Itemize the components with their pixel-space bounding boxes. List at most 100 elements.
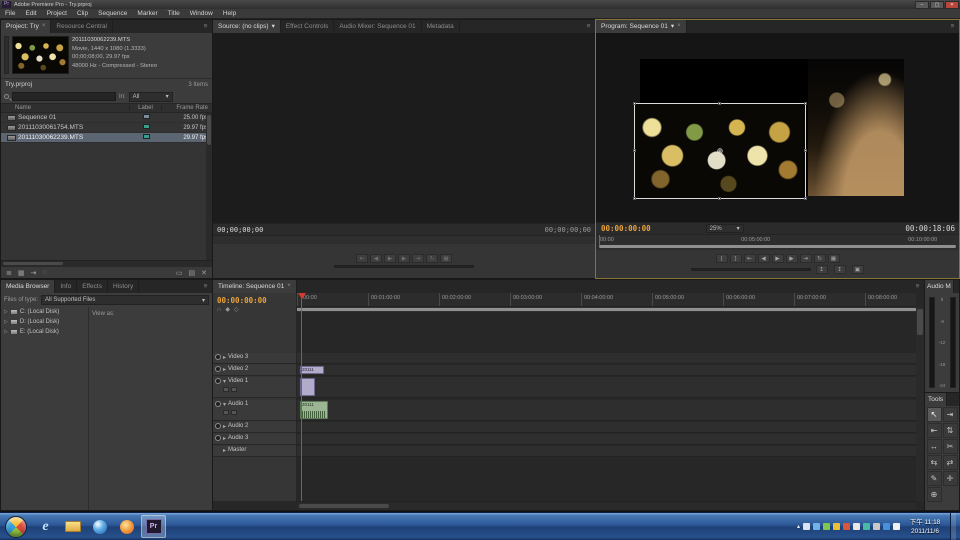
menu-window[interactable]: Window [185, 9, 218, 19]
menu-edit[interactable]: Edit [20, 9, 41, 19]
automate-to-sequence-icon[interactable]: ⇥ [31, 269, 37, 277]
tab-resource-central[interactable]: Resource Central [51, 20, 113, 33]
tray-icon[interactable] [883, 523, 890, 530]
source-shuttle-slider[interactable] [334, 265, 474, 268]
export-frame-button[interactable]: ▣ [852, 265, 864, 274]
menu-file[interactable]: File [0, 9, 20, 19]
extract-button[interactable]: ↧ [834, 265, 846, 274]
tree-item-drive-c[interactable]: ▷C: (Local Disk) [1, 307, 88, 317]
resize-handle[interactable] [804, 197, 807, 200]
timeline-clip-audio1[interactable]: 20111 [300, 401, 328, 419]
lift-button[interactable]: ↥ [816, 265, 828, 274]
tray-icon[interactable] [813, 523, 820, 530]
rolling-edit-tool[interactable]: ⇅ [943, 423, 958, 438]
twirl-icon[interactable]: ▸ [223, 435, 226, 442]
pen-tool[interactable]: ✎ [927, 471, 942, 486]
anchor-point-icon[interactable]: ⊕ [717, 147, 724, 156]
tab-effect-controls[interactable]: Effect Controls [281, 20, 335, 33]
track-lane-master[interactable] [297, 446, 916, 457]
program-video-area[interactable]: ⊕ [596, 33, 959, 222]
chevron-down-icon[interactable]: ▾ [671, 20, 674, 33]
resize-handle[interactable] [718, 197, 721, 200]
timeline-ruler[interactable]: 00:00 00:01:00:00 00:02:00:00 00:03:00:0… [297, 293, 916, 307]
menu-project[interactable]: Project [42, 9, 72, 19]
tab-info[interactable]: Info [55, 280, 77, 293]
track-mute-toggle[interactable] [215, 423, 221, 429]
list-item-selected[interactable]: 20111030062239.MTS 29.97 fps [1, 133, 212, 143]
column-frame-rate[interactable]: Frame Rate [162, 105, 212, 111]
twirl-icon[interactable]: ▾ [223, 378, 226, 385]
panel-menu-icon[interactable]: ≡ [946, 20, 959, 33]
new-item-icon[interactable]: ▤ [189, 269, 196, 277]
icon-view-icon[interactable]: ▦ [18, 269, 25, 277]
tree-item-drive-d[interactable]: ▷D: (Local Disk) [1, 317, 88, 327]
premiere-taskbar-icon[interactable]: Pr [141, 515, 166, 538]
track-output-toggle[interactable] [215, 378, 221, 384]
rate-stretch-tool[interactable]: ↔ [927, 439, 942, 454]
track-lane-audio1[interactable]: 20111 [297, 400, 916, 421]
resize-handle[interactable] [633, 149, 636, 152]
playhead[interactable] [301, 293, 302, 501]
zoom-level-dropdown[interactable]: 25%▾ [706, 224, 744, 233]
panel-menu-icon[interactable]: ≡ [199, 280, 212, 293]
track-header-video2[interactable]: ▸Video 2 [213, 365, 297, 376]
files-of-type-dropdown[interactable]: All Supported Files▾ [41, 295, 209, 305]
work-area-bar[interactable] [297, 307, 916, 312]
step-back-button[interactable]: ◀ [370, 254, 382, 263]
tray-icon[interactable] [823, 523, 830, 530]
razor-tool[interactable]: ✂ [943, 439, 958, 454]
panel-menu-icon[interactable]: ≡ [199, 20, 212, 33]
resize-handle[interactable] [633, 102, 636, 105]
tab-metadata[interactable]: Metadata [422, 20, 460, 33]
search-in-dropdown[interactable]: All▾ [129, 92, 173, 102]
go-to-in-button[interactable]: ⇤ [356, 254, 368, 263]
track-header-master[interactable]: ▸Master [213, 446, 297, 457]
safe-margins-button[interactable]: ▦ [440, 254, 452, 263]
resize-handle[interactable] [804, 102, 807, 105]
menu-title[interactable]: Title [163, 9, 185, 19]
timeline-clip-video2[interactable]: 20111 [300, 366, 324, 374]
track-header-video1[interactable]: ▾Video 1 [213, 377, 297, 398]
twirl-icon[interactable]: ▸ [223, 366, 226, 373]
twirl-icon[interactable]: ▷ [4, 319, 8, 325]
close-button[interactable]: ✕ [945, 1, 959, 9]
track-header-video3[interactable]: ▸Video 3 [213, 353, 297, 364]
track-select-tool[interactable]: ⇥ [943, 407, 958, 422]
resize-handle[interactable] [804, 149, 807, 152]
play-button[interactable]: ▶ [772, 254, 784, 263]
track-lane-video1[interactable] [297, 377, 916, 398]
twirl-icon[interactable]: ▷ [4, 329, 8, 335]
set-marker-icon[interactable]: ◆ [225, 306, 230, 313]
twirl-icon[interactable]: ▾ [223, 401, 226, 408]
snap-icon[interactable]: ∩ [217, 307, 221, 313]
tab-audio-meters[interactable]: Audio M [925, 280, 954, 293]
label-color-swatch[interactable] [143, 134, 150, 139]
minimize-button[interactable]: – [915, 1, 929, 9]
playhead-head[interactable] [298, 293, 306, 299]
poster-frame-strip[interactable] [4, 36, 9, 74]
column-label[interactable]: Label [130, 105, 162, 111]
loop-button[interactable]: ↻ [814, 254, 826, 263]
tab-project[interactable]: Project: Try× [1, 20, 51, 33]
menu-marker[interactable]: Marker [132, 9, 162, 19]
slip-tool[interactable]: ⇆ [927, 455, 942, 470]
search-input[interactable] [12, 92, 116, 101]
shuttle-slider[interactable] [691, 268, 811, 271]
go-to-out-button[interactable]: ⇥ [412, 254, 424, 263]
tray-icon[interactable] [863, 523, 870, 530]
selected-clip[interactable]: ⊕ [634, 103, 806, 199]
track-lane-video3[interactable] [297, 353, 916, 364]
program-timecode[interactable]: 00:00:00:00 [596, 224, 651, 233]
tray-icon[interactable] [803, 523, 810, 530]
tab-effects[interactable]: Effects [77, 280, 108, 293]
go-to-out-button[interactable]: ⇥ [800, 254, 812, 263]
panel-menu-icon[interactable]: ≡ [582, 20, 595, 33]
clip-thumbnail[interactable] [12, 36, 69, 74]
list-item[interactable]: 20111030061754.MTS 29.97 fps [1, 123, 212, 133]
step-forward-button[interactable]: ▶ [398, 254, 410, 263]
timeline-timecode[interactable]: 00:00:00:00 [213, 293, 296, 306]
track-lane-video2[interactable]: 20111 [297, 365, 916, 376]
track-output-toggle[interactable] [215, 366, 221, 372]
column-name[interactable]: Name [1, 105, 130, 111]
tray-icon[interactable] [843, 523, 850, 530]
